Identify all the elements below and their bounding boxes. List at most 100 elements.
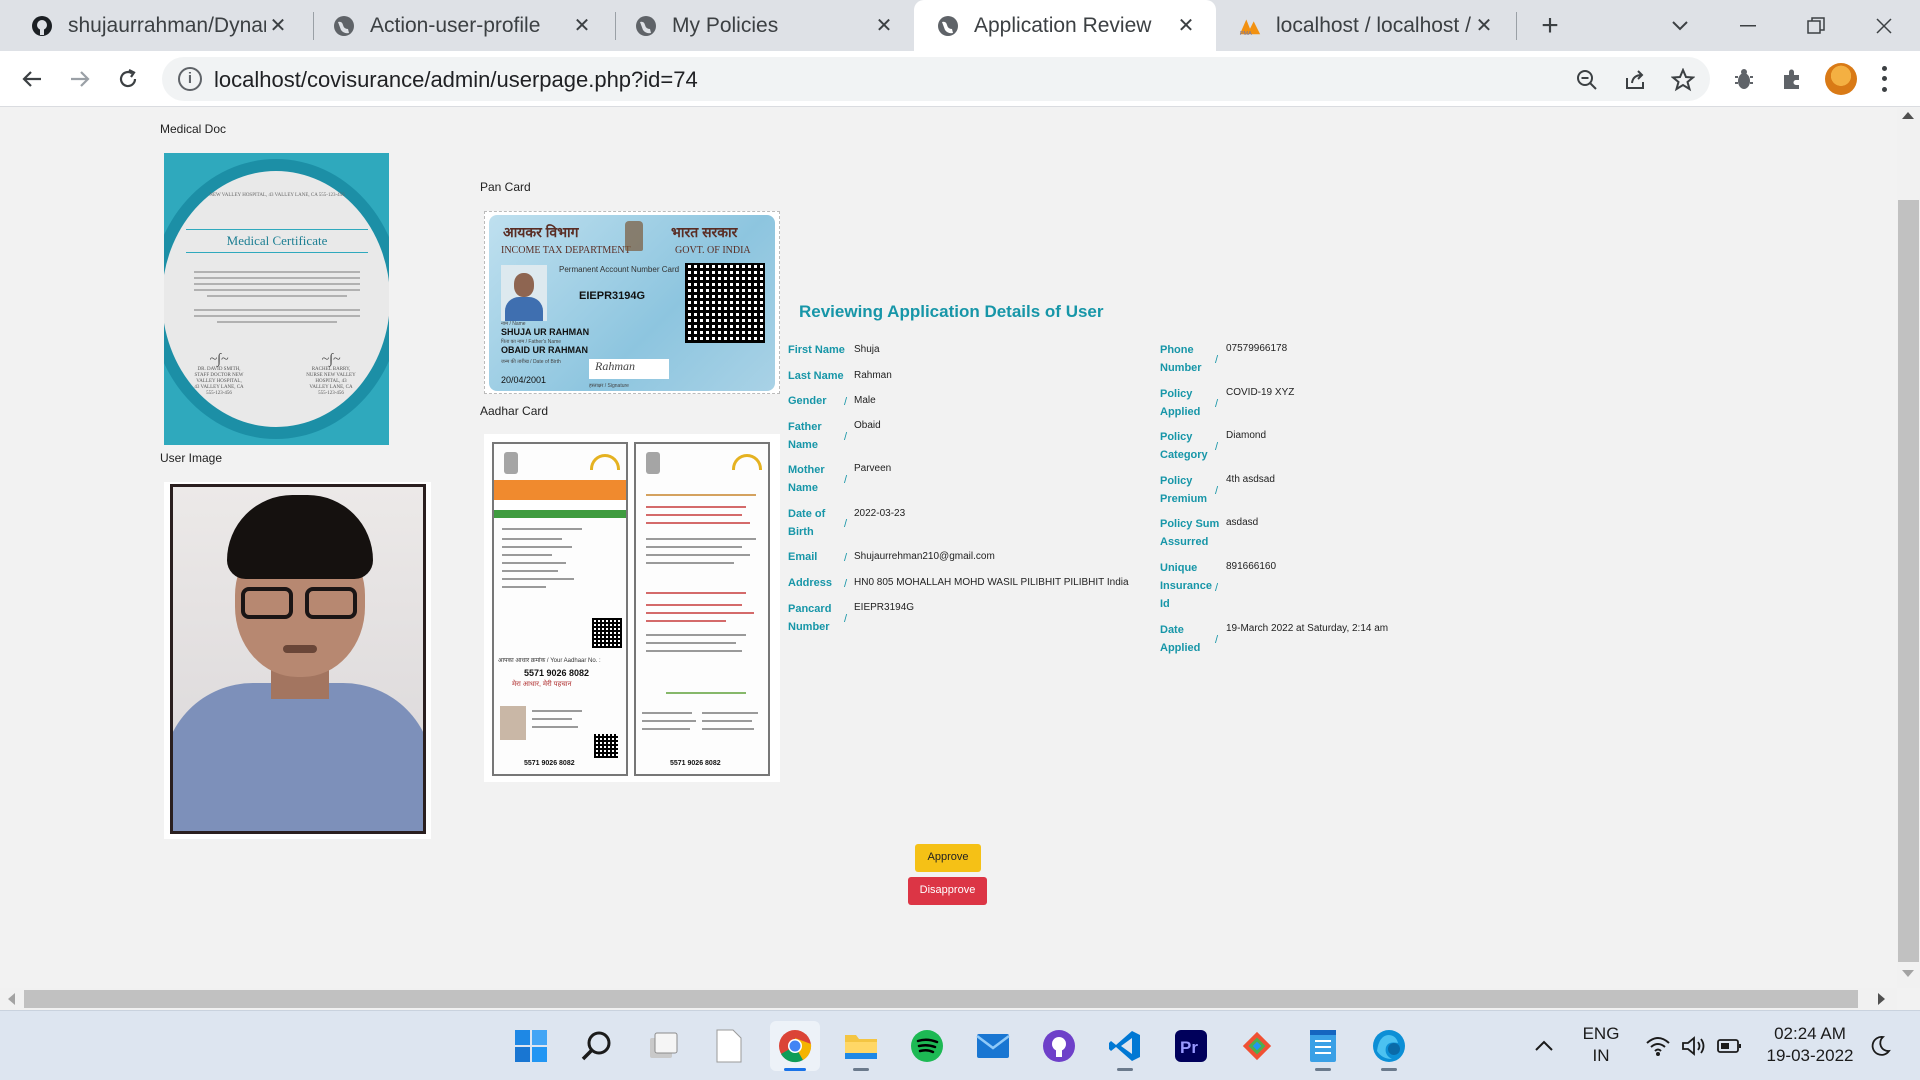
- signature-scribble: ~∫~: [209, 352, 229, 367]
- battery-icon[interactable]: [1716, 1033, 1744, 1059]
- volume-icon[interactable]: [1680, 1033, 1708, 1059]
- separator: /: [844, 613, 848, 625]
- separator: /: [1215, 354, 1219, 366]
- scroll-up-icon[interactable]: [1902, 112, 1914, 119]
- restore-button[interactable]: [1788, 0, 1844, 51]
- text-line: [502, 538, 562, 540]
- notepad-file-icon[interactable]: [704, 1021, 754, 1071]
- text-line: [642, 728, 690, 730]
- tab-github[interactable]: shujaurrahman/Dynamic- ✕: [8, 0, 308, 51]
- horizontal-scrollbar[interactable]: [0, 988, 1897, 1010]
- aadhar-card-image[interactable]: आपका आधार क्रमांक / Your Aadhaar No. : 5…: [484, 434, 780, 782]
- value-policy-premium: 4th asdsad: [1226, 474, 1275, 485]
- forward-button[interactable]: [60, 59, 100, 99]
- pan-dept-hindi: आयकर विभाग: [503, 224, 579, 240]
- close-icon[interactable]: ✕: [872, 14, 896, 38]
- pan-card-image[interactable]: आयकर विभाग भारत सरकार INCOME TAX DEPARTM…: [484, 211, 780, 394]
- certificate-title: Medical Certificate: [186, 229, 368, 253]
- close-icon[interactable]: ✕: [1174, 14, 1198, 38]
- edge-icon[interactable]: [1364, 1021, 1414, 1071]
- photo-glasses: [241, 587, 359, 621]
- ashoka-emblem-icon: [646, 452, 660, 474]
- site-info-icon[interactable]: i: [178, 67, 202, 91]
- task-view-icon[interactable]: [638, 1021, 688, 1071]
- minimize-button[interactable]: [1720, 0, 1776, 51]
- reload-button[interactable]: [108, 59, 148, 99]
- vscode-icon[interactable]: [1100, 1021, 1150, 1071]
- input-language[interactable]: ENG IN: [1576, 1023, 1626, 1067]
- windows-start-icon[interactable]: [506, 1021, 556, 1071]
- share-icon[interactable]: [1622, 67, 1648, 93]
- tab-separator: [1516, 12, 1517, 40]
- profile-avatar[interactable]: [1825, 63, 1857, 95]
- value-father-name: Obaid: [854, 420, 881, 431]
- browser-menu-icon[interactable]: [1874, 63, 1894, 95]
- vertical-scrollbar[interactable]: [1897, 108, 1920, 988]
- focus-moon-icon[interactable]: [1866, 1033, 1894, 1059]
- aadhar-number-bottom: 5571 9026 8082: [524, 760, 575, 767]
- tab-action-user-profile[interactable]: Action-user-profile ✕: [310, 0, 612, 51]
- globe-icon: [634, 14, 658, 38]
- aadhaar-logo-icon: [590, 454, 620, 470]
- chevron-up-icon[interactable]: [1530, 1033, 1558, 1059]
- approve-button[interactable]: Approve: [915, 844, 981, 872]
- certificate-text-line: [194, 315, 360, 317]
- tab-phpmyadmin[interactable]: PMA localhost / localhost / cov ✕: [1216, 0, 1514, 51]
- photo-frame: [170, 484, 426, 834]
- tab-search-button[interactable]: [1652, 0, 1708, 51]
- photo-shirt: [173, 683, 423, 831]
- extensions-puzzle-icon[interactable]: [1778, 65, 1806, 93]
- scroll-left-icon[interactable]: [8, 993, 15, 1005]
- tab-application-review[interactable]: Application Review ✕: [914, 0, 1216, 51]
- bookmark-star-icon[interactable]: [1670, 67, 1696, 93]
- back-button[interactable]: [12, 59, 52, 99]
- tab-my-policies[interactable]: My Policies ✕: [612, 0, 914, 51]
- search-icon[interactable]: [572, 1021, 622, 1071]
- notepad-icon[interactable]: [1298, 1021, 1348, 1071]
- separator: /: [844, 431, 848, 443]
- chrome-icon[interactable]: [770, 1021, 820, 1071]
- close-window-button[interactable]: [1856, 0, 1912, 51]
- signer-left-text: DR. DAVID SMITH, STAFF DOCTOR NEW VALLEY…: [194, 367, 244, 396]
- close-icon[interactable]: ✕: [1472, 14, 1496, 38]
- scroll-down-icon[interactable]: [1902, 970, 1914, 977]
- tab-title: shujaurrahman/Dynamic-: [68, 13, 266, 37]
- close-icon[interactable]: ✕: [266, 14, 290, 38]
- text-line: [532, 718, 572, 720]
- label-policy-sum-assured: Policy Sum Assurred: [1160, 518, 1220, 548]
- mail-icon[interactable]: [968, 1021, 1018, 1071]
- browser-toolbar: i localhost/covisurance/admin/userpage.p…: [0, 51, 1920, 107]
- pan-govt-english: GOVT. OF INDIA: [675, 245, 751, 256]
- user-photo[interactable]: [164, 482, 431, 839]
- scroll-right-icon[interactable]: [1878, 993, 1885, 1005]
- url-text[interactable]: localhost/covisurance/admin/userpage.php…: [214, 67, 698, 93]
- wifi-icon[interactable]: [1644, 1033, 1672, 1059]
- new-tab-button[interactable]: +: [1522, 0, 1578, 51]
- github-desktop-icon[interactable]: [1034, 1021, 1084, 1071]
- bug-extension-icon[interactable]: [1730, 65, 1758, 93]
- pan-signature-label: हस्ताक्षर / Signature: [589, 383, 629, 389]
- address-bar[interactable]: i localhost/covisurance/admin/userpage.p…: [162, 57, 1710, 101]
- aadhar-back: 5571 9026 8082: [634, 442, 770, 776]
- medical-certificate-image[interactable]: NEW VALLEY HOSPITAL, 43 VALLEY LANE, CA …: [164, 153, 389, 445]
- tab-title: My Policies: [672, 13, 779, 37]
- zoom-icon[interactable]: [1574, 67, 1600, 93]
- tab-title: Action-user-profile: [370, 13, 541, 37]
- scrollbar-thumb[interactable]: [24, 990, 1858, 1008]
- clock-time: 02:24 AM: [1774, 1024, 1846, 1043]
- aadhaar-logo-icon: [732, 454, 762, 470]
- close-icon[interactable]: ✕: [570, 14, 594, 38]
- file-explorer-icon[interactable]: [836, 1021, 886, 1071]
- text-line: [646, 562, 734, 564]
- separator: /: [844, 474, 848, 486]
- separator: /: [1215, 582, 1219, 594]
- scrollbar-thumb[interactable]: [1898, 200, 1919, 962]
- disapprove-button[interactable]: Disapprove: [908, 877, 987, 905]
- svg-text:Pr: Pr: [1180, 1038, 1198, 1057]
- text-line: [502, 528, 582, 530]
- tab-title: Application Review: [974, 13, 1152, 37]
- spotify-icon[interactable]: [902, 1021, 952, 1071]
- premiere-pro-icon[interactable]: Pr: [1166, 1021, 1216, 1071]
- clock[interactable]: 02:24 AM 19-03-2022: [1760, 1023, 1860, 1067]
- git-icon[interactable]: [1232, 1021, 1282, 1071]
